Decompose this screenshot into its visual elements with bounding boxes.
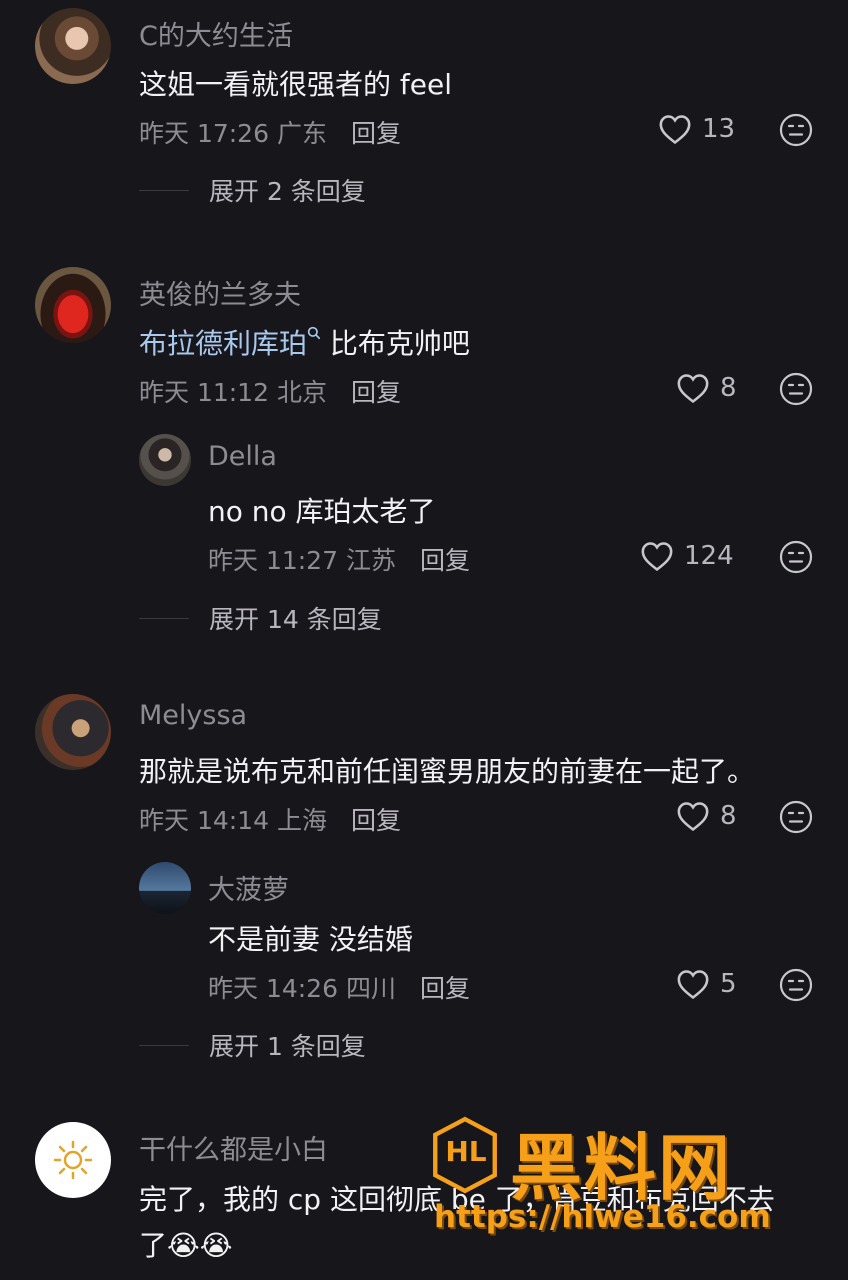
comment-meta: 昨天 14:14 上海 回复 [139,801,401,837]
like-count: 8 [720,373,737,403]
reply-button[interactable]: 回复 [420,974,470,1003]
avatar[interactable] [35,267,111,343]
reply-text: no no 库珀太老了 [208,495,436,528]
neutral-face-icon[interactable] [779,113,813,147]
reply-button[interactable]: 回复 [351,119,401,148]
comment-time-location: 昨天 17:26 广东 [139,119,327,148]
search-link[interactable]: 布拉德利库珀 [139,327,307,360]
like-button[interactable]: 13 [658,113,735,145]
reply-button[interactable]: 回复 [351,806,401,835]
neutral-face-icon[interactable] [779,372,813,406]
like-button[interactable]: 8 [676,372,737,404]
comment-text-rest: 比布克帅吧 [321,327,470,360]
neutral-face-icon[interactable] [779,800,813,834]
neutral-face-icon[interactable] [779,968,813,1002]
expand-replies-label: 展开 14 条回复 [209,605,382,634]
comment-text: 这姐一看就很强者的 feel [139,68,452,101]
avatar[interactable] [35,8,111,84]
like-count: 13 [702,114,736,144]
heart-outline-icon [677,970,709,1000]
like-count: 124 [684,541,734,571]
comment-username[interactable]: 干什么都是小白 [139,1128,328,1167]
watermark-url: https://hlwe16.com [434,1199,771,1235]
divider [139,617,189,619]
avatar[interactable] [35,1122,111,1198]
comment-meta: 昨天 11:12 北京 回复 [139,373,401,409]
expand-replies-button[interactable]: 展开 2 条回复 [139,172,366,208]
sun-icon [53,1140,93,1180]
reply-username[interactable]: 大菠萝 [208,868,289,907]
reply-time-location: 昨天 14:26 四川 [208,974,396,1003]
comment-text-line2-text: 了 [139,1229,168,1262]
neutral-face-icon[interactable] [779,540,813,574]
reply-username[interactable]: Della [208,441,277,472]
like-button[interactable]: 5 [676,968,737,1000]
reply-meta: 昨天 11:27 江苏 回复 [208,541,470,577]
like-button[interactable]: 124 [640,540,734,572]
comment-meta-cutoff [139,1270,739,1280]
reply-text: 不是前妻 没结婚 [208,923,413,956]
avatar[interactable] [139,434,191,486]
like-button[interactable]: 8 [676,800,737,832]
heart-outline-icon [659,115,691,145]
expand-replies-button[interactable]: 展开 1 条回复 [139,1027,366,1063]
heart-outline-icon [677,374,709,404]
comment-username[interactable]: Melyssa [139,700,247,731]
expand-replies-label: 展开 1 条回复 [209,1032,366,1061]
comment-username[interactable]: 英俊的兰多夫 [139,273,301,312]
crying-emoji: 😭😭 [167,1229,233,1262]
watermark: HL 黑料网 https://hlwe16.com [430,1115,800,1240]
comment-time-location: 昨天 11:12 北京 [139,378,327,407]
heart-outline-icon [677,802,709,832]
avatar[interactable] [35,694,111,770]
divider [139,189,189,191]
comment-time-location: 昨天 14:14 上海 [139,806,327,835]
reply-meta: 昨天 14:26 四川 回复 [208,969,470,1005]
comment-text: 布拉德利库珀 比布克帅吧 [139,322,470,362]
comment-text-line2: 了😭😭 [139,1224,232,1264]
divider [139,1044,189,1046]
avatar[interactable] [139,862,191,914]
expand-replies-label: 展开 2 条回复 [209,177,366,206]
reply-button[interactable]: 回复 [420,546,470,575]
reply-button[interactable]: 回复 [351,378,401,407]
reply-time-location: 昨天 11:27 江苏 [208,546,396,575]
expand-replies-button[interactable]: 展开 14 条回复 [139,600,382,636]
heart-outline-icon [641,542,673,572]
comment-text: 那就是说布克和前任闺蜜男朋友的前妻在一起了。 [139,755,756,788]
like-count: 5 [720,969,737,999]
comment-meta: 昨天 17:26 广东 回复 [139,114,401,150]
watermark-logo-text: HL [445,1135,487,1168]
search-icon[interactable] [307,326,321,340]
like-count: 8 [720,801,737,831]
comment-username[interactable]: C的大约生活 [139,14,293,53]
